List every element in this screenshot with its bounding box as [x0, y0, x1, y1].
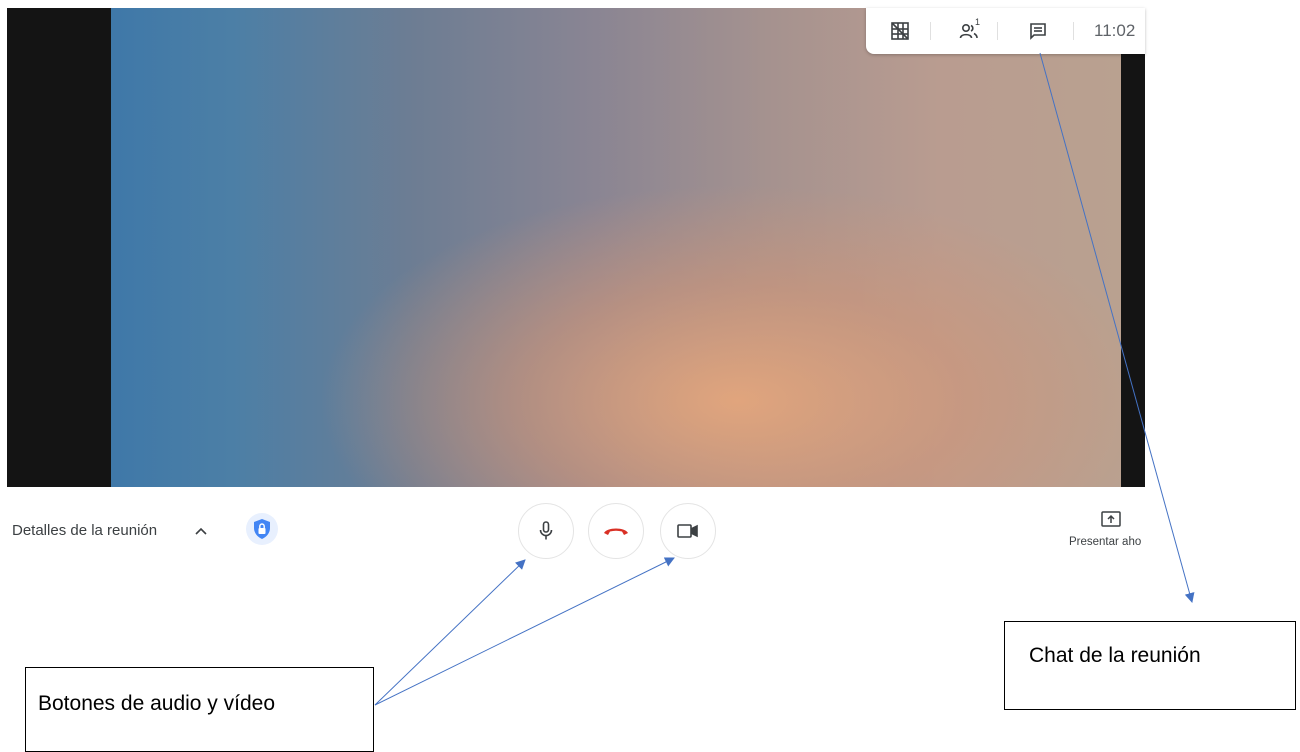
participants-icon[interactable]: 1: [955, 17, 983, 42]
participants-count: 1: [975, 17, 981, 27]
buttons-annotation-text: Botones de audio y vídeo: [38, 692, 276, 715]
camera-icon: [677, 524, 698, 538]
meeting-top-bar: 1 11:02: [866, 8, 1145, 54]
chat-annotation-box: Chat de la reunión: [1004, 621, 1296, 710]
grid-layout-icon[interactable]: [889, 20, 911, 42]
security-shield-icon[interactable]: [246, 513, 278, 545]
present-screen-icon[interactable]: [1100, 510, 1122, 528]
hang-up-button[interactable]: [588, 503, 644, 559]
chat-icon[interactable]: [1027, 20, 1049, 42]
divider: [997, 22, 998, 40]
hang-up-icon: [604, 528, 628, 535]
microphone-icon: [539, 521, 553, 540]
chat-annotation-text: Chat de la reunión: [1029, 644, 1201, 667]
present-now-label[interactable]: Presentar aho: [1069, 536, 1145, 548]
camera-video-feed: [111, 8, 1121, 487]
mic-annotation-arrow: [374, 559, 526, 706]
camera-button[interactable]: [660, 503, 716, 559]
meeting-details-label[interactable]: Detalles de la reunión: [12, 522, 157, 539]
divider: [1073, 22, 1074, 40]
chevron-up-icon[interactable]: [193, 524, 209, 538]
clock: 11:02: [1094, 21, 1136, 40]
buttons-annotation-box: Botones de audio y vídeo: [25, 667, 374, 752]
divider: [930, 22, 931, 40]
camera-annotation-arrow: [374, 557, 675, 706]
microphone-button[interactable]: [518, 503, 574, 559]
